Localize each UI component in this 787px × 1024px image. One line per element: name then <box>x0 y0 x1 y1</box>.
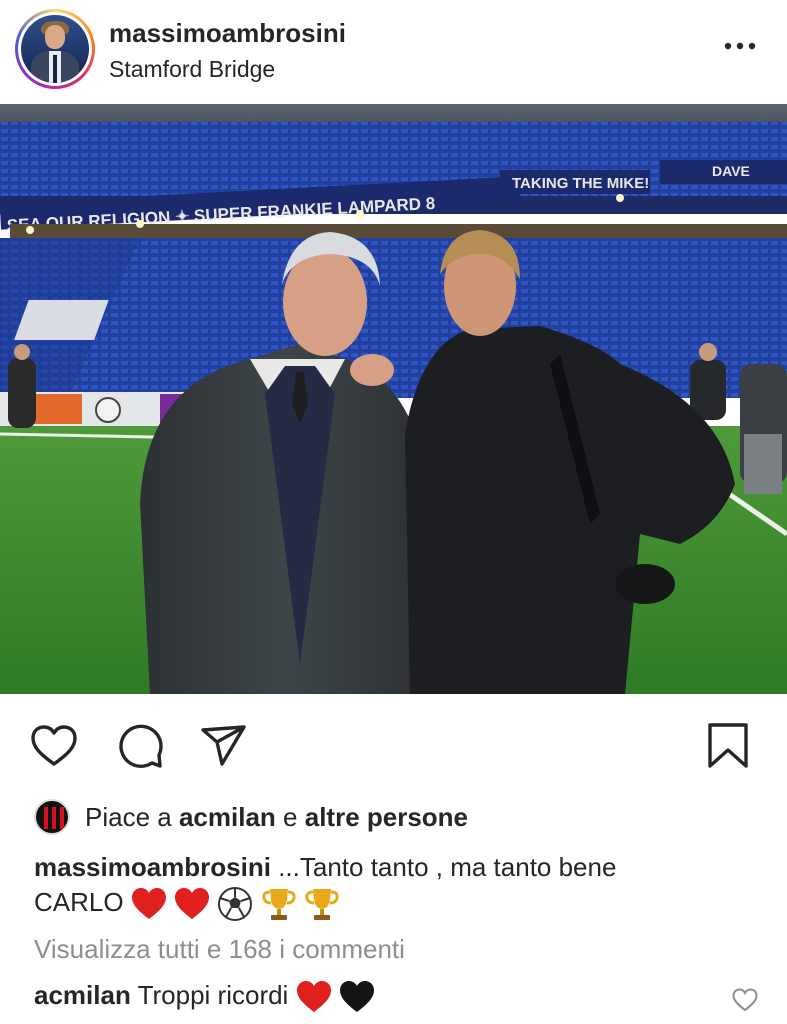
post-caption: massimoambrosini ...Tanto tanto , ma tan… <box>34 850 754 922</box>
acmilan-crest[interactable] <box>34 799 70 835</box>
black-heart-icon <box>339 981 374 1013</box>
post-location[interactable]: Stamford Bridge <box>109 56 275 83</box>
comment-text: Troppi ricordi <box>137 980 289 1010</box>
caption-line2: CARLO <box>34 887 124 917</box>
caption-username[interactable]: massimoambrosini <box>34 852 271 882</box>
stadium-photo: SEA OUR RELIGION ✦ SUPER FRANKIE LAMPARD… <box>0 104 787 694</box>
red-heart-icon <box>131 888 166 920</box>
caption-text: ...Tanto tanto , ma tanto bene <box>270 852 617 882</box>
banner-2: TAKING THE MIKE! <box>512 175 649 192</box>
post-username[interactable]: massimoambrosini <box>109 18 346 49</box>
red-heart-icon <box>296 981 331 1013</box>
likes-summary[interactable]: Piace a acmilan e altre persone <box>34 797 468 837</box>
likes-user[interactable]: acmilan <box>179 802 276 832</box>
more-horizontal-icon[interactable] <box>720 34 760 58</box>
likes-text: Piace a acmilan e altre persone <box>85 801 469 832</box>
likes-others[interactable]: altre persone <box>305 802 468 832</box>
post-photo[interactable]: SEA OUR RELIGION ✦ SUPER FRANKIE LAMPARD… <box>0 104 787 694</box>
red-heart-icon <box>175 888 210 920</box>
trophy-icon <box>261 889 296 921</box>
post-header: massimoambrosini Stamford Bridge <box>0 0 787 104</box>
avatar[interactable] <box>21 15 89 83</box>
paper-plane-icon[interactable] <box>200 722 248 770</box>
comment-bubble-icon[interactable] <box>116 722 164 770</box>
banner-3: DAVE <box>712 163 750 179</box>
top-comment: acmilan Troppi ricordi <box>34 980 375 1014</box>
story-ring[interactable] <box>15 9 95 89</box>
small-heart-outline-icon[interactable] <box>732 988 758 1012</box>
view-all-comments-link[interactable]: Visualizza tutti e 168 i commenti <box>34 934 405 965</box>
heart-outline-icon[interactable] <box>30 722 78 770</box>
soccer-ball-icon <box>218 887 253 922</box>
bookmark-outline-icon[interactable] <box>704 722 752 770</box>
trophy-icon <box>305 889 339 921</box>
comment-username[interactable]: acmilan <box>34 980 131 1010</box>
